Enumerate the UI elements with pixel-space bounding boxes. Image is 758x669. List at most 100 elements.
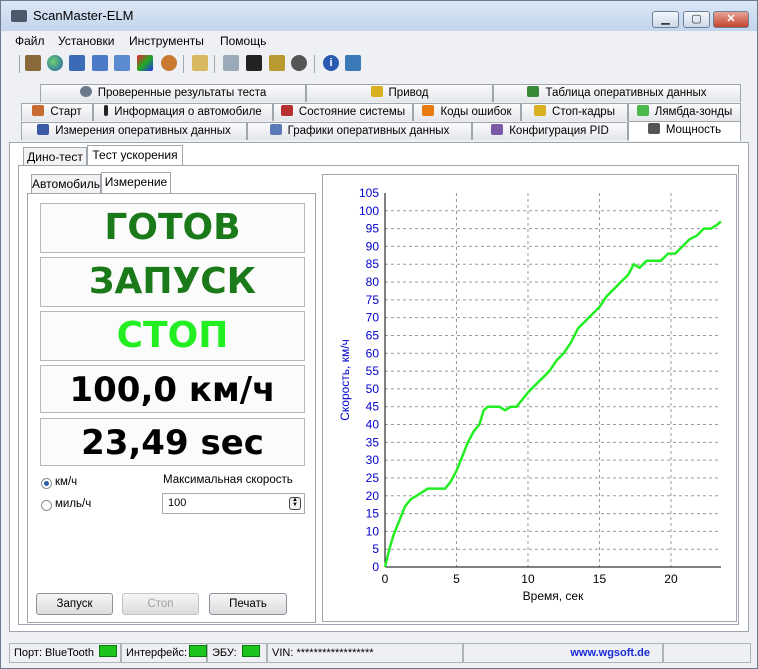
tab-verified-test-results[interactable]: Проверенные результаты теста <box>40 84 306 102</box>
x-tick-label: 10 <box>521 572 535 586</box>
terminal-icon[interactable] <box>246 55 262 71</box>
checklist-icon <box>280 105 293 116</box>
print-button[interactable]: Печать <box>209 593 287 615</box>
app-window: ScanMaster-ELM ▁ ▢ ✕ Файл Установки Инст… <box>0 0 758 669</box>
menu-file[interactable]: Файл <box>15 34 45 48</box>
tab-label: Коды ошибок <box>440 106 512 118</box>
tab-start[interactable]: Старт <box>21 103 93 121</box>
y-tick-label: 35 <box>366 435 380 449</box>
info-icon[interactable]: i <box>323 55 339 71</box>
y-tick-label: 45 <box>366 400 380 414</box>
title-bar: ScanMaster-ELM ▁ ▢ ✕ <box>1 1 757 31</box>
y-tick-label: 20 <box>366 489 380 503</box>
maximize-button[interactable]: ▢ <box>683 11 710 28</box>
grid-icon <box>37 124 50 135</box>
tab-label: Графики оперативных данных <box>287 125 450 137</box>
unit-mph-radio[interactable] <box>41 500 52 511</box>
tab-lambda-probes[interactable]: Лямбда-зонды <box>628 103 741 121</box>
clipboard-icon[interactable] <box>192 55 208 71</box>
speed-readout: 100,0 км/ч <box>40 365 305 413</box>
launch-button[interactable]: Запуск <box>36 593 113 615</box>
tab-drive[interactable]: Привод <box>306 84 493 102</box>
status-bar: Порт: BlueTooth Интерфейс: ЭБУ: VIN: ***… <box>1 641 757 666</box>
table-icon[interactable] <box>92 55 108 71</box>
y-tick-label: 85 <box>366 257 380 271</box>
tab-error-codes[interactable]: Коды ошибок <box>413 103 521 121</box>
minimize-button[interactable]: ▁ <box>652 11 679 28</box>
y-tick-label: 15 <box>366 507 380 521</box>
max-speed-label: Максимальная скорость <box>163 474 293 486</box>
info-icon <box>104 105 109 116</box>
chart-icon[interactable] <box>114 55 130 71</box>
close-button[interactable]: ✕ <box>713 11 749 28</box>
tab-power[interactable]: Мощность <box>628 121 741 141</box>
y-tick-label: 30 <box>366 453 380 467</box>
y-tick-label: 80 <box>366 275 380 289</box>
tab-live-graphs[interactable]: Графики оперативных данных <box>247 122 472 140</box>
person-icon[interactable] <box>161 55 177 71</box>
y-tick-label: 40 <box>366 418 380 432</box>
interface-label: Интерфейс: <box>126 647 187 659</box>
search-icon[interactable] <box>223 55 239 71</box>
y-tick-label: 95 <box>366 222 380 236</box>
connect-icon[interactable] <box>25 55 41 71</box>
table-icon <box>527 86 540 97</box>
x-axis-label: Время, сек <box>523 589 584 603</box>
interface-status: Интерфейс: <box>121 643 207 663</box>
y-tick-label: 0 <box>372 560 379 574</box>
y-tick-label: 55 <box>366 364 380 378</box>
tab-freeze-frames[interactable]: Стоп-кадры <box>521 103 628 121</box>
stop-indicator: СТОП <box>40 311 305 361</box>
subtab-acceleration-test[interactable]: Тест ускорения <box>87 145 183 167</box>
menu-tools[interactable]: Инструменты <box>129 34 204 48</box>
x-tick-label: 5 <box>453 572 460 586</box>
tab-live-data-table[interactable]: Таблица оперативных данных <box>493 84 741 102</box>
tab-label: Информация о автомобиле <box>114 106 262 118</box>
ecu-status: ЭБУ: <box>207 643 267 663</box>
y-tick-label: 70 <box>366 311 380 325</box>
tab-label: Старт <box>50 106 82 118</box>
website-link[interactable]: www.wgsoft.de <box>463 643 663 663</box>
windows-icon[interactable] <box>137 55 153 71</box>
interface-led-icon <box>189 645 207 657</box>
spinner-arrows-icon[interactable]: ▲ ▼ <box>289 497 301 510</box>
menu-help[interactable]: Помощь <box>220 34 266 48</box>
stop-button[interactable]: Стоп <box>122 593 199 615</box>
exit-icon[interactable] <box>345 55 361 71</box>
status-empty <box>663 643 751 663</box>
y-tick-label: 75 <box>366 293 380 307</box>
toolbar-separator <box>19 55 20 73</box>
x-tick-label: 20 <box>664 572 678 586</box>
car-info-icon[interactable] <box>69 55 85 71</box>
battery-icon[interactable] <box>269 55 285 71</box>
hand-icon <box>534 105 547 116</box>
gauge-icon[interactable] <box>291 55 307 71</box>
home-icon <box>32 105 45 116</box>
tab-system-status[interactable]: Состояние системы <box>273 103 413 121</box>
subtab-dyno-test[interactable]: Дино-тест <box>23 147 87 167</box>
x-tick-label: 0 <box>382 572 389 586</box>
globe-icon[interactable] <box>47 55 63 71</box>
vin-status: VIN: ****************** <box>267 643 463 663</box>
tab-label: Привод <box>388 87 429 99</box>
y-tick-label: 65 <box>366 328 380 342</box>
max-speed-field[interactable]: 100 ▲ ▼ <box>162 493 305 514</box>
port-led-icon <box>98 645 117 657</box>
menu-settings[interactable]: Установки <box>58 34 114 48</box>
ecu-label: ЭБУ: <box>212 647 237 659</box>
port-status: Порт: BlueTooth <box>9 643 121 663</box>
tab-pid-config[interactable]: Конфигурация PID <box>472 122 628 140</box>
unit-kmh-radio[interactable] <box>41 478 52 489</box>
y-axis-label: Скорость, км/ч <box>338 339 352 421</box>
tab-measurement[interactable]: Измерение <box>101 172 171 194</box>
tab-live-measurements[interactable]: Измерения оперативных данных <box>21 122 247 140</box>
y-tick-label: 25 <box>366 471 380 485</box>
toolbar-separator <box>314 55 315 73</box>
tab-vehicle-info[interactable]: Информация о автомобиле <box>93 103 273 121</box>
ecu-led-icon <box>241 645 260 657</box>
y-tick-label: 50 <box>366 382 380 396</box>
tab-vehicle[interactable]: Автомобиль <box>31 174 101 194</box>
gear-icon <box>79 86 92 97</box>
toolbar-separator <box>183 55 184 73</box>
chart-container: 0 5 10 15 20 25 30 35 40 45 50 55 60 65 70 75 80 85 90 95 10… <box>322 174 737 622</box>
